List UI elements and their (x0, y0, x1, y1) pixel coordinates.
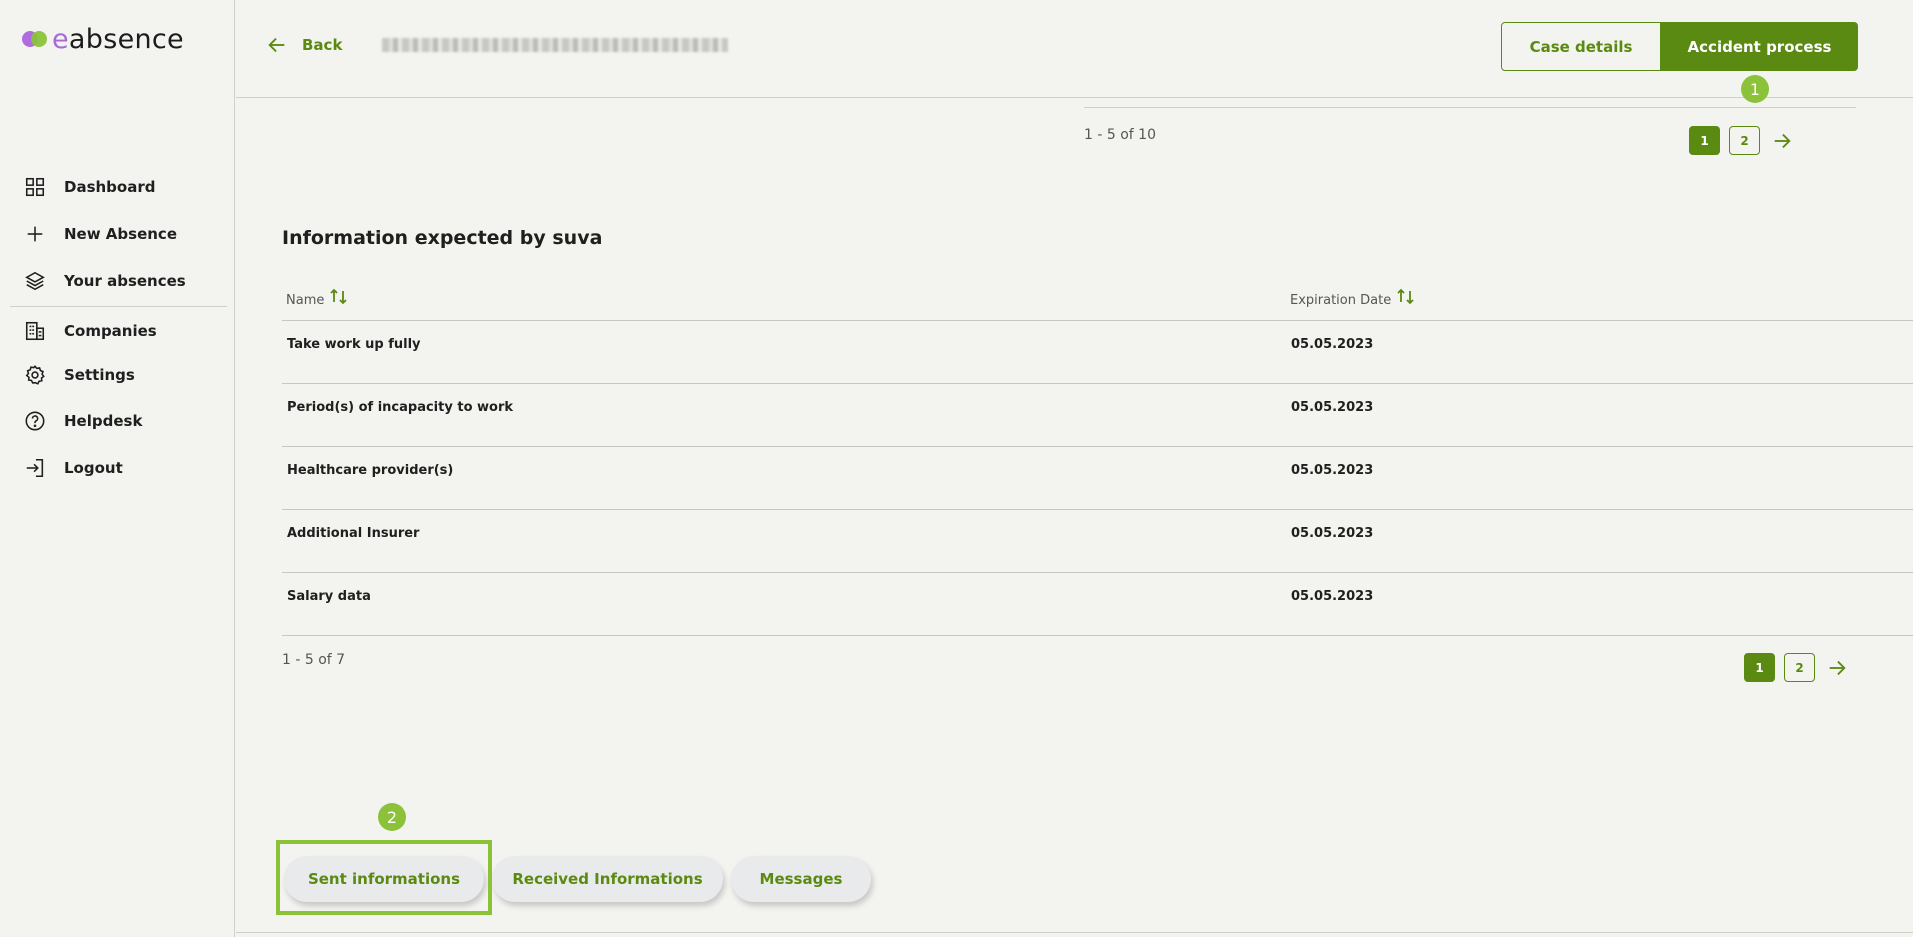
arrow-right-icon (1774, 133, 1791, 148)
top-pager: 1 2 (1689, 126, 1795, 155)
row-date: 05.05.2023 (1291, 400, 1374, 415)
top-pager-count: 1 - 5 of 10 (1084, 127, 1156, 143)
building-icon (25, 321, 45, 341)
sidebar-item-dashboard[interactable]: Dashboard (0, 163, 235, 210)
sidebar-item-label: Logout (64, 458, 123, 477)
gear-icon (25, 365, 45, 385)
sidebar-item-companies[interactable]: Companies (0, 309, 235, 353)
sidebar-item-helpdesk[interactable]: Helpdesk (0, 397, 235, 444)
row-name: Healthcare provider(s) (287, 463, 454, 478)
table-header: Name Expiration Date (282, 283, 1913, 321)
back-label: Back (302, 36, 343, 54)
top-pager-page-2[interactable]: 2 (1729, 126, 1760, 155)
sidebar-item-label: Settings (64, 366, 135, 384)
logo-mark-icon (22, 30, 48, 48)
case-name-redacted (382, 38, 728, 52)
logo[interactable]: eabsence (22, 23, 184, 55)
sidebar-item-label: New Absence (64, 224, 177, 243)
divider (236, 932, 1913, 933)
arrow-left-icon (268, 37, 285, 53)
table-row[interactable]: Salary data 05.05.2023 (282, 573, 1913, 636)
sidebar-item-settings[interactable]: Settings (0, 353, 235, 397)
tab-received-informations[interactable]: Received Informations (492, 856, 723, 902)
table-pager-count: 1 - 5 of 7 (282, 652, 346, 668)
tab-messages[interactable]: Messages (731, 856, 871, 902)
row-date: 05.05.2023 (1291, 463, 1374, 478)
sidebar-item-label: Companies (64, 322, 157, 340)
layers-icon (25, 271, 45, 290)
grid-icon (25, 177, 45, 196)
table-pager: 1 2 (1744, 653, 1850, 682)
name-column-header[interactable]: Name (286, 288, 351, 308)
table-pager-next-button[interactable] (1824, 655, 1850, 681)
row-name: Period(s) of incapacity to work (287, 400, 514, 415)
top-pager-next-button[interactable] (1769, 128, 1795, 154)
row-name: Take work up fully (287, 337, 421, 352)
logo-text: eabsence (52, 23, 184, 55)
logout-icon (26, 458, 44, 477)
top-pager-page-1[interactable]: 1 (1689, 126, 1720, 155)
expected-info-table: Name Expiration Date Take work up fully … (282, 283, 1913, 636)
table-row[interactable]: Take work up fully 05.05.2023 (282, 321, 1913, 384)
sidebar-divider (10, 306, 227, 307)
help-circle-icon (25, 411, 45, 430)
accident-process-button[interactable]: Accident process (1661, 22, 1858, 71)
sidebar: eabsence Dashboard New Absence Your abse… (0, 0, 235, 937)
arrow-right-icon (1829, 660, 1846, 675)
expiration-column-header[interactable]: Expiration Date (1290, 288, 1418, 308)
row-name: Additional Insurer (287, 526, 420, 541)
table-row[interactable]: Period(s) of incapacity to work 05.05.20… (282, 384, 1913, 447)
table-row[interactable]: Healthcare provider(s) 05.05.2023 (282, 447, 1913, 510)
sort-icon (1397, 288, 1414, 304)
view-switch: Case details Accident process (1501, 22, 1858, 71)
sidebar-item-label: Helpdesk (64, 411, 143, 430)
sidebar-item-label: Dashboard (64, 177, 156, 196)
case-details-button[interactable]: Case details (1501, 22, 1661, 71)
sort-icon (330, 288, 347, 304)
column-label: Name (286, 293, 325, 308)
column-label: Expiration Date (1290, 293, 1392, 308)
step-marker-2: 2 (378, 803, 406, 831)
row-date: 05.05.2023 (1291, 526, 1374, 541)
sidebar-item-logout[interactable]: Logout (0, 444, 235, 491)
sidebar-nav: Dashboard New Absence Your absences Comp… (0, 163, 235, 491)
plus-icon (27, 226, 43, 241)
highlight-box (276, 840, 492, 915)
sidebar-item-label: Your absences (64, 271, 186, 290)
main-content: 1 - 5 of 10 1 2 Information expected by … (236, 99, 1913, 937)
row-date: 05.05.2023 (1291, 589, 1374, 604)
row-name: Salary data (287, 589, 371, 604)
back-button[interactable]: Back (266, 34, 342, 56)
sidebar-item-new-absence[interactable]: New Absence (0, 210, 235, 257)
table-pager-page-2[interactable]: 2 (1784, 653, 1815, 682)
table-row[interactable]: Additional Insurer 05.05.2023 (282, 510, 1913, 573)
divider (1084, 107, 1856, 108)
row-date: 05.05.2023 (1291, 337, 1374, 352)
sidebar-item-your-absences[interactable]: Your absences (0, 257, 235, 304)
table-pager-page-1[interactable]: 1 (1744, 653, 1775, 682)
page-header: Back Case details Accident process (236, 0, 1913, 98)
section-title: Information expected by suva (282, 227, 603, 249)
